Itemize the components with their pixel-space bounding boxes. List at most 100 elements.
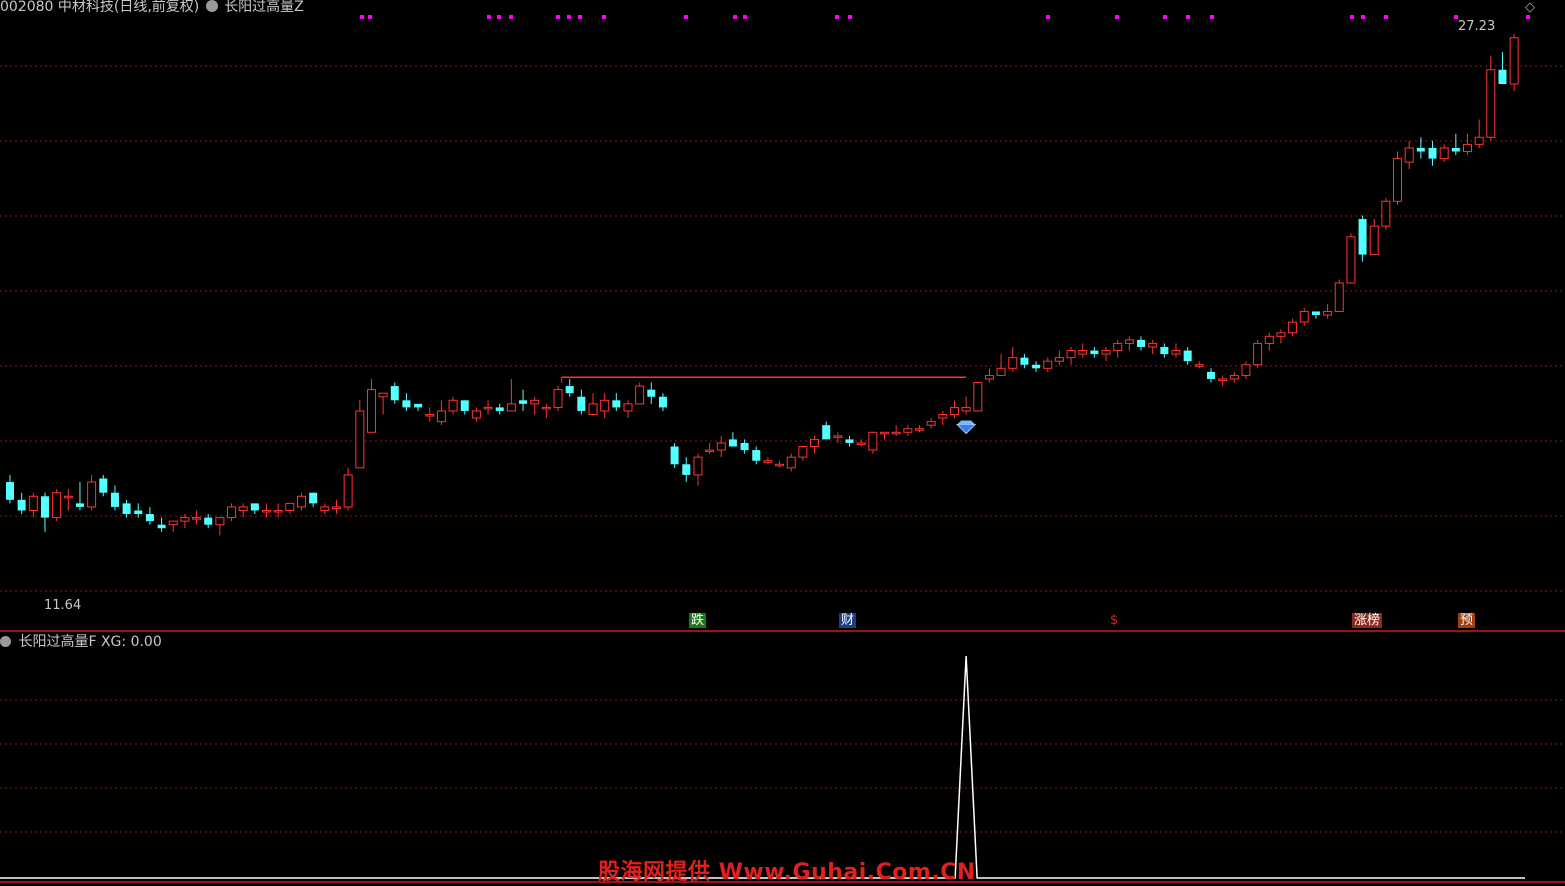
candle-body <box>262 509 272 513</box>
candle <box>215 517 225 536</box>
candle <box>145 506 154 525</box>
candle <box>949 400 959 419</box>
candle-body <box>145 514 154 522</box>
candle-body <box>1160 346 1169 355</box>
candle <box>647 382 656 404</box>
event-flag-zhangbang[interactable]: 涨榜 <box>1352 613 1383 628</box>
candle-body <box>1124 339 1134 344</box>
candle-body <box>973 382 983 412</box>
candle-body <box>728 439 737 447</box>
kline-chart[interactable] <box>0 0 1565 884</box>
candle-body <box>914 428 924 431</box>
signal-dot <box>556 15 560 19</box>
candle <box>1124 336 1134 351</box>
candle-body <box>880 431 889 435</box>
signal-dot <box>1115 15 1119 19</box>
signal-dot <box>368 15 372 19</box>
candle <box>309 492 318 507</box>
candle-body <box>1358 219 1367 255</box>
candle-body <box>635 385 645 405</box>
candle <box>1463 133 1472 156</box>
candle <box>1229 371 1239 383</box>
event-flag-die[interactable]: 跌 <box>689 613 707 628</box>
candle <box>541 403 551 419</box>
candle <box>763 457 773 465</box>
candle <box>297 492 306 511</box>
chart-title: 002080 中材科技(日线,前复权) 长阳过高量Z <box>0 0 304 15</box>
candle-body <box>448 399 458 412</box>
candle <box>483 400 493 415</box>
candle <box>75 482 84 511</box>
candle-body <box>612 400 621 408</box>
candle <box>17 492 26 515</box>
candle <box>1474 119 1484 148</box>
candle-body <box>1474 136 1484 145</box>
candle <box>110 485 119 511</box>
candle <box>1288 318 1298 337</box>
candle <box>926 418 936 429</box>
candle <box>822 421 831 440</box>
candle <box>262 503 272 518</box>
candle-body <box>588 403 598 416</box>
candle <box>600 393 610 419</box>
candle-body <box>297 495 306 508</box>
candle <box>1299 307 1309 326</box>
candle <box>414 403 423 411</box>
signal-dot <box>1526 15 1530 19</box>
candle <box>1253 339 1263 369</box>
candle <box>716 435 726 458</box>
candle-body <box>495 407 504 411</box>
candle <box>1066 346 1076 365</box>
candle <box>1194 361 1204 369</box>
signal-dot <box>1384 15 1388 19</box>
candle <box>1276 329 1286 344</box>
candle-body <box>740 442 749 451</box>
candle <box>436 400 446 426</box>
candle-body <box>1451 147 1460 152</box>
candle-body <box>1171 350 1181 355</box>
candle <box>6 474 14 504</box>
candle-body <box>1334 282 1344 312</box>
candle-body <box>716 442 726 451</box>
indicator-panel-toggle-icon[interactable] <box>0 636 11 647</box>
signal-dot <box>567 15 571 19</box>
signal-dot <box>1210 15 1214 19</box>
low-price-label: 11.64 <box>44 598 82 613</box>
indicator-toggle-icon[interactable] <box>205 0 218 12</box>
signal-dot <box>1163 15 1167 19</box>
candle <box>1346 233 1356 284</box>
candle <box>355 400 365 469</box>
candle-body <box>355 410 365 469</box>
candle-body <box>833 435 843 438</box>
candle-body <box>227 506 237 519</box>
candle <box>1323 304 1333 319</box>
candle <box>1218 375 1228 387</box>
signal-diamond-icon <box>955 424 977 435</box>
candle-body <box>903 428 913 433</box>
candle <box>285 502 295 515</box>
candle-body <box>1054 357 1064 362</box>
diamond-icon[interactable]: ◇ <box>1525 0 1535 15</box>
candle <box>1428 140 1437 166</box>
candle-body <box>436 410 446 423</box>
candle-body <box>1346 236 1356 284</box>
candle-body <box>658 396 667 408</box>
candle-body <box>1206 371 1215 379</box>
candle-body <box>168 520 178 526</box>
candle-body <box>763 460 773 463</box>
candle-body <box>331 506 341 509</box>
candle <box>343 467 353 511</box>
candle <box>1171 343 1181 358</box>
candle-body <box>309 492 318 504</box>
event-flag-yu[interactable]: 预 <box>1458 613 1476 628</box>
candle-body <box>285 502 295 511</box>
event-flag-dollar[interactable]: $ <box>1108 613 1121 628</box>
candle-body <box>343 474 353 508</box>
candle <box>250 503 259 515</box>
candle <box>914 425 924 433</box>
signal-dot <box>360 15 364 19</box>
signal-markers <box>360 15 1530 19</box>
candle-body <box>775 463 785 467</box>
candle-body <box>1218 378 1228 381</box>
event-flag-cai[interactable]: 财 <box>839 613 857 628</box>
